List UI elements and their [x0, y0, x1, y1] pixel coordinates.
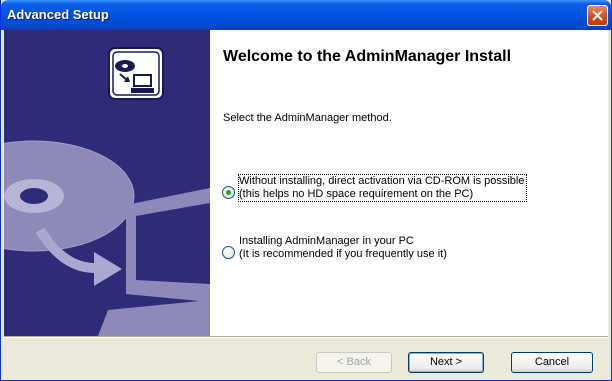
radio-selected-dot: [226, 190, 231, 195]
back-button[interactable]: < Back: [316, 352, 392, 373]
option-cdrom-line1: Without installing, direct activation vi…: [239, 175, 525, 187]
wizard-content: Welcome to the AdminManager Install Sele…: [4, 30, 608, 336]
side-banner: [4, 30, 210, 336]
main-panel: Welcome to the AdminManager Install Sele…: [210, 30, 608, 336]
footer-divider: [4, 336, 608, 338]
option-install-line1: Installing AdminManager in your PC: [239, 235, 414, 247]
setup-window: Advanced Setup Welcome to the AdminManag…: [0, 0, 612, 381]
option-cdrom-line2: (this helps no HD space requirement on t…: [239, 188, 474, 200]
radio-cdrom[interactable]: [222, 186, 235, 199]
cancel-button[interactable]: Cancel: [511, 352, 593, 373]
close-icon: [592, 10, 603, 21]
close-button[interactable]: [587, 5, 608, 26]
radio-install[interactable]: [222, 246, 235, 259]
next-button[interactable]: Next >: [408, 352, 484, 373]
page-title: Welcome to the AdminManager Install: [223, 48, 512, 65]
install-badge-icon: [108, 47, 164, 100]
option-install-line2: (It is recommended if you frequently use…: [239, 248, 447, 260]
option-cdrom-label[interactable]: Without installing, direct activation vi…: [238, 174, 527, 202]
option-install-label[interactable]: Installing AdminManager in your PC (It i…: [239, 235, 447, 261]
window-title: Advanced Setup: [7, 7, 109, 22]
title-bar[interactable]: Advanced Setup: [1, 0, 611, 30]
cd-disc-icon: [4, 140, 135, 252]
instruction-text: Select the AdminManager method.: [223, 112, 392, 124]
